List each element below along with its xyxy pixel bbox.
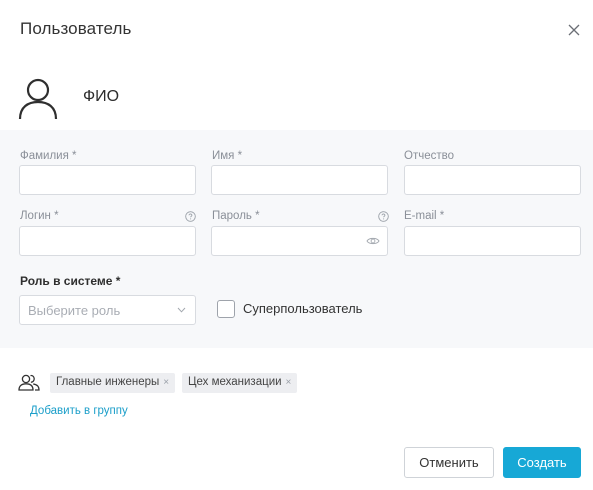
- role-label: Роль в системе *: [20, 274, 121, 288]
- cancel-button[interactable]: Отменить: [404, 447, 494, 478]
- login-input[interactable]: [19, 226, 196, 256]
- close-icon[interactable]: [566, 22, 582, 38]
- patronymic-label: Отчество: [404, 150, 454, 162]
- role-select-placeholder: Выберите роль: [28, 303, 121, 318]
- add-to-group-link[interactable]: Добавить в группу: [30, 405, 128, 417]
- help-icon[interactable]: [378, 211, 389, 222]
- chevron-down-icon: [177, 307, 186, 313]
- superuser-label[interactable]: Суперпользователь: [243, 301, 362, 316]
- group-chip: Главные инженеры ×: [50, 373, 176, 393]
- patronymic-input[interactable]: [404, 165, 581, 195]
- remove-chip-icon[interactable]: ×: [286, 377, 292, 388]
- login-label: Логин *: [20, 210, 59, 222]
- password-input[interactable]: [211, 226, 388, 256]
- email-input[interactable]: [404, 226, 581, 256]
- role-select[interactable]: Выберите роль: [19, 295, 196, 325]
- remove-chip-icon[interactable]: ×: [163, 377, 169, 388]
- superuser-checkbox[interactable]: [217, 300, 235, 318]
- help-icon[interactable]: [185, 211, 196, 222]
- eye-icon[interactable]: [366, 236, 380, 246]
- user-dialog: Пользователь ФИО Фамилия * Имя * Отчеств…: [0, 0, 593, 490]
- last-name-input[interactable]: [19, 165, 196, 195]
- password-label: Пароль *: [212, 210, 260, 222]
- users-icon: [18, 374, 40, 391]
- first-name-input[interactable]: [211, 165, 388, 195]
- email-label: E-mail *: [404, 210, 445, 222]
- group-chip: Цех механизации ×: [182, 373, 298, 393]
- create-button[interactable]: Создать: [503, 447, 581, 478]
- user-icon: [18, 78, 58, 120]
- dialog-title: Пользователь: [20, 19, 132, 38]
- full-name-label: ФИО: [83, 88, 120, 105]
- first-name-label: Имя *: [212, 150, 243, 162]
- last-name-label: Фамилия *: [20, 150, 77, 162]
